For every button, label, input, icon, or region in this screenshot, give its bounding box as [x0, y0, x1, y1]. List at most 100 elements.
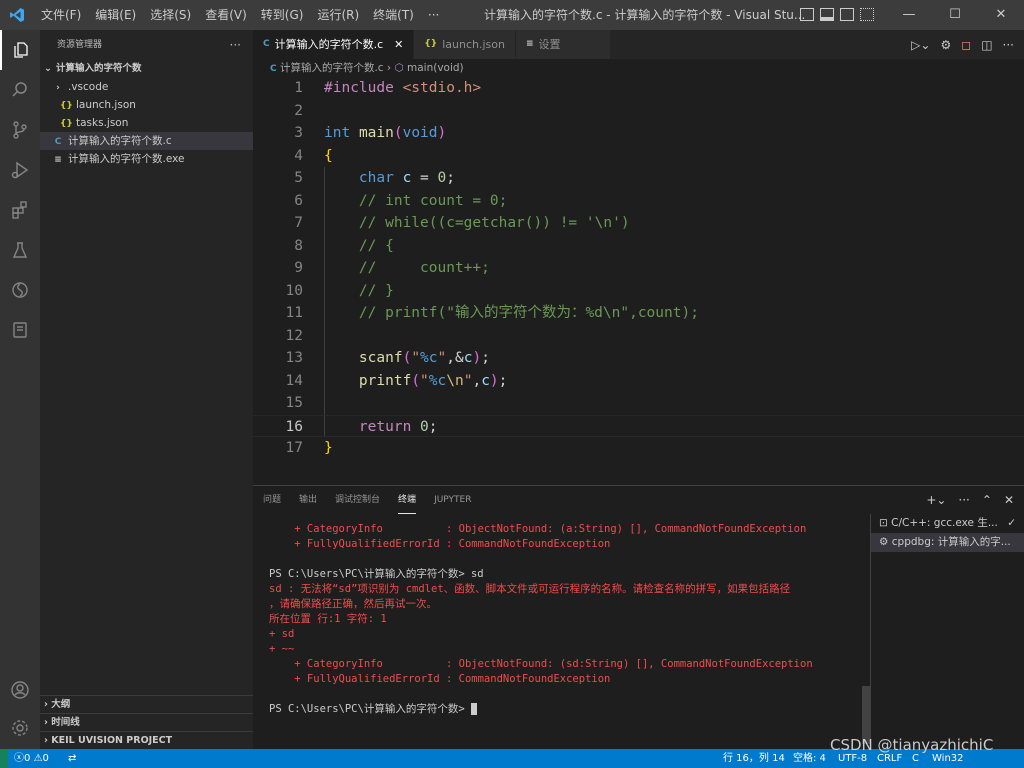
menu-item[interactable]: 终端(T) [366, 0, 421, 30]
terminal-line-text: ，请确保路径正确，然后再试一次。 [269, 598, 437, 610]
line-number: 3 [294, 125, 303, 141]
customize-layout-icon[interactable] [860, 8, 874, 21]
menu-item[interactable]: 选择(S) [143, 0, 198, 30]
terminal-output[interactable]: + CategoryInfo : ObjectNotFound: (a:Stri… [269, 522, 869, 717]
code-line: 1 #include <stdio.h> [253, 77, 1024, 100]
toggle-sidebar-icon[interactable] [800, 8, 814, 21]
code-editor[interactable]: 1 #include <stdio.h> 2 3 int main(void) 4{… [253, 77, 1024, 485]
settings-gear-icon[interactable] [0, 708, 40, 748]
line-number: 5 [294, 170, 303, 186]
source-control-icon[interactable] [0, 110, 40, 150]
terminal-line: + ~~ [269, 642, 869, 657]
line-number: 2 [294, 102, 303, 119]
menu-item[interactable]: ··· [421, 0, 446, 30]
breadcrumb-file[interactable]: 计算输入的字符个数.c [280, 62, 384, 74]
title-bar: 文件(F) 编辑(E) 选择(S) 查看(V) 转到(G) 运行(R) 终端(T) ··· 计… [0, 0, 1024, 30]
search-icon[interactable] [0, 70, 40, 110]
file-tree-item[interactable]: {} launch.json [40, 96, 253, 114]
editor-tab-label: 设置 [538, 38, 561, 51]
warning-count: 0 [42, 753, 49, 764]
code-line: 6 // int count = 0; [253, 190, 1024, 213]
json-file-icon: {} [60, 119, 73, 129]
maximize-panel-icon[interactable]: ⌃ [982, 493, 992, 507]
toggle-panel-icon[interactable] [820, 8, 834, 21]
more-icon[interactable]: ··· [958, 493, 969, 507]
debug-launch-icon[interactable]: ⇄ [68, 749, 76, 768]
editor-tab[interactable]: ≡ 设置 [515, 30, 611, 59]
workspace-folder-label: 计算输入的字符个数 [55, 63, 142, 74]
sidebar-section[interactable]: › 时间线 [40, 713, 253, 731]
explorer-sidebar: 资源管理器 ··· ⌄ 计算输入的字符个数 › .vscode {} launch.js… [40, 30, 253, 749]
minimize-button[interactable]: — [886, 0, 932, 30]
code-line: 5 char c = 0; [253, 167, 1024, 190]
run-icon[interactable]: ▷⌄ [911, 38, 930, 52]
split-editor-icon[interactable]: ◫ [981, 38, 992, 52]
menu-item[interactable]: 编辑(E) [88, 0, 143, 30]
code-line: 15 [253, 392, 1024, 415]
file-tree-item[interactable]: ≡ 计算输入的字符个数.exe [40, 150, 253, 168]
panel-tab[interactable]: JUPYTER [434, 486, 471, 514]
panel-tab[interactable]: 输出 [299, 486, 317, 514]
menu-item[interactable]: 运行(R) [310, 0, 366, 30]
bottom-panel: 问题 输出 调试控制台 终端 JUPYTER +⌄ ··· ⌃ ✕ + Category… [253, 485, 1024, 750]
terminal-cursor [470, 703, 477, 715]
terminal-line-text: + CategoryInfo : ObjectNotFound: (a:Stri… [269, 523, 807, 535]
terminal-line: PS C:\Users\PC\计算输入的字符个数> sd [269, 567, 869, 582]
run-debug-icon[interactable] [0, 150, 40, 190]
sidebar-section[interactable]: › 大纲 [40, 695, 253, 713]
testing-icon[interactable] [0, 230, 40, 270]
breadcrumb-symbol[interactable]: main(void) [407, 62, 464, 74]
editor-tab[interactable]: C 计算输入的字符个数.c ✕ [253, 30, 415, 59]
sidebar-section[interactable]: › KEIL UVISION PROJECT [40, 731, 253, 749]
remote-indicator[interactable] [0, 749, 8, 768]
error-count: 0 [24, 753, 31, 764]
gear-icon[interactable]: ⚙ [940, 38, 951, 52]
terminal-line: + FullyQualifiedErrorId : CommandNotFoun… [269, 672, 869, 687]
close-window-button[interactable]: ✕ [978, 0, 1024, 30]
workspace-folder[interactable]: ⌄ 计算输入的字符个数 [40, 60, 253, 78]
sidebar-sections: › 大纲 › 时间线 › KEIL UVISION PROJECT [40, 695, 253, 749]
line-number: 15 [285, 395, 303, 411]
stop-icon[interactable]: ◻ [961, 38, 971, 52]
terminal-line: + CategoryInfo : ObjectNotFound: (a:Stri… [269, 522, 869, 537]
extensions-icon[interactable] [0, 190, 40, 230]
panel-tab[interactable]: 调试控制台 [335, 486, 380, 514]
panel-tab[interactable]: 终端 [398, 486, 417, 514]
terminal-instance[interactable]: ⚙ cppdbg: 计算输入的字... [871, 533, 1024, 552]
vscode-logo-icon [0, 0, 34, 30]
more-actions-icon[interactable]: ··· [230, 30, 241, 60]
editor-tab[interactable]: {} launch.json [414, 30, 516, 59]
panel-tab[interactable]: 问题 [263, 486, 281, 514]
menu-item[interactable]: 文件(F) [34, 0, 88, 30]
terminal-instance[interactable]: ⊡ C/C++: gcc.exe 生... ✓ [871, 514, 1024, 533]
explorer-icon[interactable] [0, 30, 40, 70]
file-tree-item[interactable]: {} tasks.json [40, 114, 253, 132]
code-line: 12 [253, 325, 1024, 348]
terminal-line-text: 所在位置 行:1 字符: 1 [269, 613, 387, 625]
file-tree-item[interactable]: C 计算输入的字符个数.c [40, 132, 253, 150]
terminal-line: PS C:\Users\PC\计算输入的字符个数> [269, 702, 869, 717]
menu-item[interactable]: 查看(V) [198, 0, 254, 30]
close-tab-icon[interactable]: ✕ [394, 30, 403, 59]
editor-tabs: C 计算输入的字符个数.c ✕ {} launch.json ≡ 设置 ▷⌄ ⚙ ◻ ◫ ·… [253, 30, 1024, 59]
problems-status[interactable]: ⓧ0 ⚠0 [14, 749, 49, 768]
indentation-status[interactable]: 空格: 4 [793, 749, 826, 768]
notebook-icon[interactable] [0, 310, 40, 350]
maximize-button[interactable]: ☐ [932, 0, 978, 30]
cursor-position[interactable]: 行 16，列 14 [723, 749, 785, 768]
toggle-secondary-sidebar-icon[interactable] [840, 8, 854, 21]
more-icon[interactable]: ··· [1003, 38, 1014, 52]
terminal-line-text: PS C:\Users\PC\计算输入的字符个数> sd [269, 568, 484, 580]
close-panel-icon[interactable]: ✕ [1004, 493, 1014, 507]
remote-explorer-icon[interactable] [0, 270, 40, 310]
account-icon[interactable] [0, 670, 40, 710]
file-tree-item[interactable]: › .vscode [40, 78, 253, 96]
sidebar-section-label: 时间线 [51, 717, 80, 728]
new-terminal-icon[interactable]: +⌄ [926, 493, 946, 507]
warning-icon: ⚠ [33, 753, 43, 764]
c-file-icon: C [270, 64, 277, 74]
json-file-icon: {} [60, 101, 73, 111]
terminal-line: ，请确保路径正确，然后再试一次。 [269, 597, 869, 612]
menu-item[interactable]: 转到(G) [254, 0, 311, 30]
